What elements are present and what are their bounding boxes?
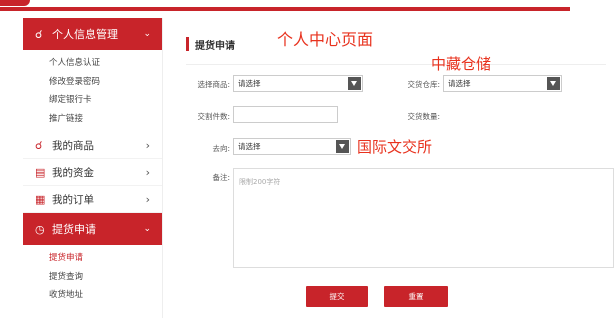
sidebar-section-label: 我的商品 <box>52 139 94 152</box>
sidebar-item-pickup-query[interactable]: 提货查询 <box>49 268 162 287</box>
sidebar-item-promo-link[interactable]: 推广链接 <box>49 110 162 129</box>
sidebar-section-pickup-request[interactable]: ◷ 提货申请 ⌄ <box>23 213 162 245</box>
title-divider <box>186 64 606 65</box>
sidebar-section-my-orders[interactable]: ▦ 我的订单 › <box>23 186 162 213</box>
sidebar-section-label: 我的订单 <box>52 193 94 206</box>
chevron-down-icon <box>547 77 560 90</box>
sidebar-item-bind-bank-card[interactable]: 绑定银行卡 <box>49 91 162 110</box>
main-panel: 提货申请 选择商品: 请选择 交货仓库: 请选择 交割件数: 交货数量: 去向:… <box>178 18 614 318</box>
delivery-quantity-label: 交货数量: <box>407 112 440 121</box>
page-title: 提货申请 <box>195 40 235 52</box>
annotation-guoji: 国际文交所 <box>357 138 433 156</box>
sidebar-section-my-funds[interactable]: ▤ 我的资金 › <box>23 159 162 186</box>
sidebar-item-pickup-request[interactable]: 提货申请 <box>49 249 162 268</box>
chevron-down-icon <box>336 140 349 153</box>
header-red-line <box>0 7 570 11</box>
chevron-down-icon: ⌄ <box>143 224 151 234</box>
reset-button[interactable]: 重置 <box>384 286 448 307</box>
submit-button[interactable]: 提交 <box>306 286 368 307</box>
chevron-right-icon: › <box>145 138 150 152</box>
warehouse-select[interactable]: 请选择 <box>443 75 562 92</box>
quantity-input[interactable] <box>233 106 338 123</box>
sidebar-section-label: 提货申请 <box>52 223 96 236</box>
sidebar-section-label: 个人信息管理 <box>52 28 118 41</box>
title-accent-mark <box>186 37 189 51</box>
destination-label: 去向: <box>212 144 230 153</box>
quantity-label: 交割件数: <box>197 112 230 121</box>
top-banner <box>0 0 614 12</box>
chevron-right-icon: › <box>145 192 150 206</box>
sidebar: ☌ 个人信息管理 ⌄ 个人信息认证 修改登录密码 绑定银行卡 推广链接 ☌ 我的… <box>23 18 163 318</box>
sidebar-submenu-pickup: 提货申请 提货查询 收货地址 <box>23 245 162 309</box>
destination-select-value: 请选择 <box>238 142 261 151</box>
order-icon: ▦ <box>35 192 46 206</box>
chevron-right-icon: › <box>145 165 150 179</box>
sidebar-item-change-password[interactable]: 修改登录密码 <box>49 73 162 92</box>
user-icon: ☌ <box>35 27 43 41</box>
chevron-down-icon: ⌄ <box>143 29 151 39</box>
sidebar-item-identity-verification[interactable]: 个人信息认证 <box>49 54 162 73</box>
sidebar-item-shipping-address[interactable]: 收货地址 <box>49 286 162 305</box>
warehouse-select-value: 请选择 <box>448 79 471 88</box>
annotation-personal-center: 个人中心页面 <box>277 30 374 49</box>
page-title-bar: 提货申请 <box>186 37 235 52</box>
sidebar-submenu-personal-info: 个人信息认证 修改登录密码 绑定银行卡 推广链接 <box>23 50 162 132</box>
product-select-value: 请选择 <box>238 79 261 88</box>
users-icon: ☌ <box>35 138 43 152</box>
annotation-zhongcang: 中藏仓储 <box>431 55 492 73</box>
sidebar-section-label: 我的资金 <box>52 166 94 179</box>
remark-textarea[interactable]: 限制200字符 <box>233 168 614 268</box>
clock-icon: ◷ <box>35 222 45 236</box>
sidebar-section-personal-info[interactable]: ☌ 个人信息管理 ⌄ <box>23 18 162 50</box>
chevron-down-icon <box>348 77 361 90</box>
warehouse-label: 交货仓库: <box>407 80 440 89</box>
remark-label: 备注: <box>212 173 230 182</box>
sidebar-section-my-products[interactable]: ☌ 我的商品 › <box>23 132 162 159</box>
wallet-icon: ▤ <box>35 165 46 179</box>
logo <box>0 0 30 6</box>
remark-placeholder: 限制200字符 <box>239 178 281 186</box>
destination-select[interactable]: 请选择 <box>233 138 351 155</box>
product-select[interactable]: 请选择 <box>233 75 363 92</box>
product-label: 选择商品: <box>197 80 230 89</box>
